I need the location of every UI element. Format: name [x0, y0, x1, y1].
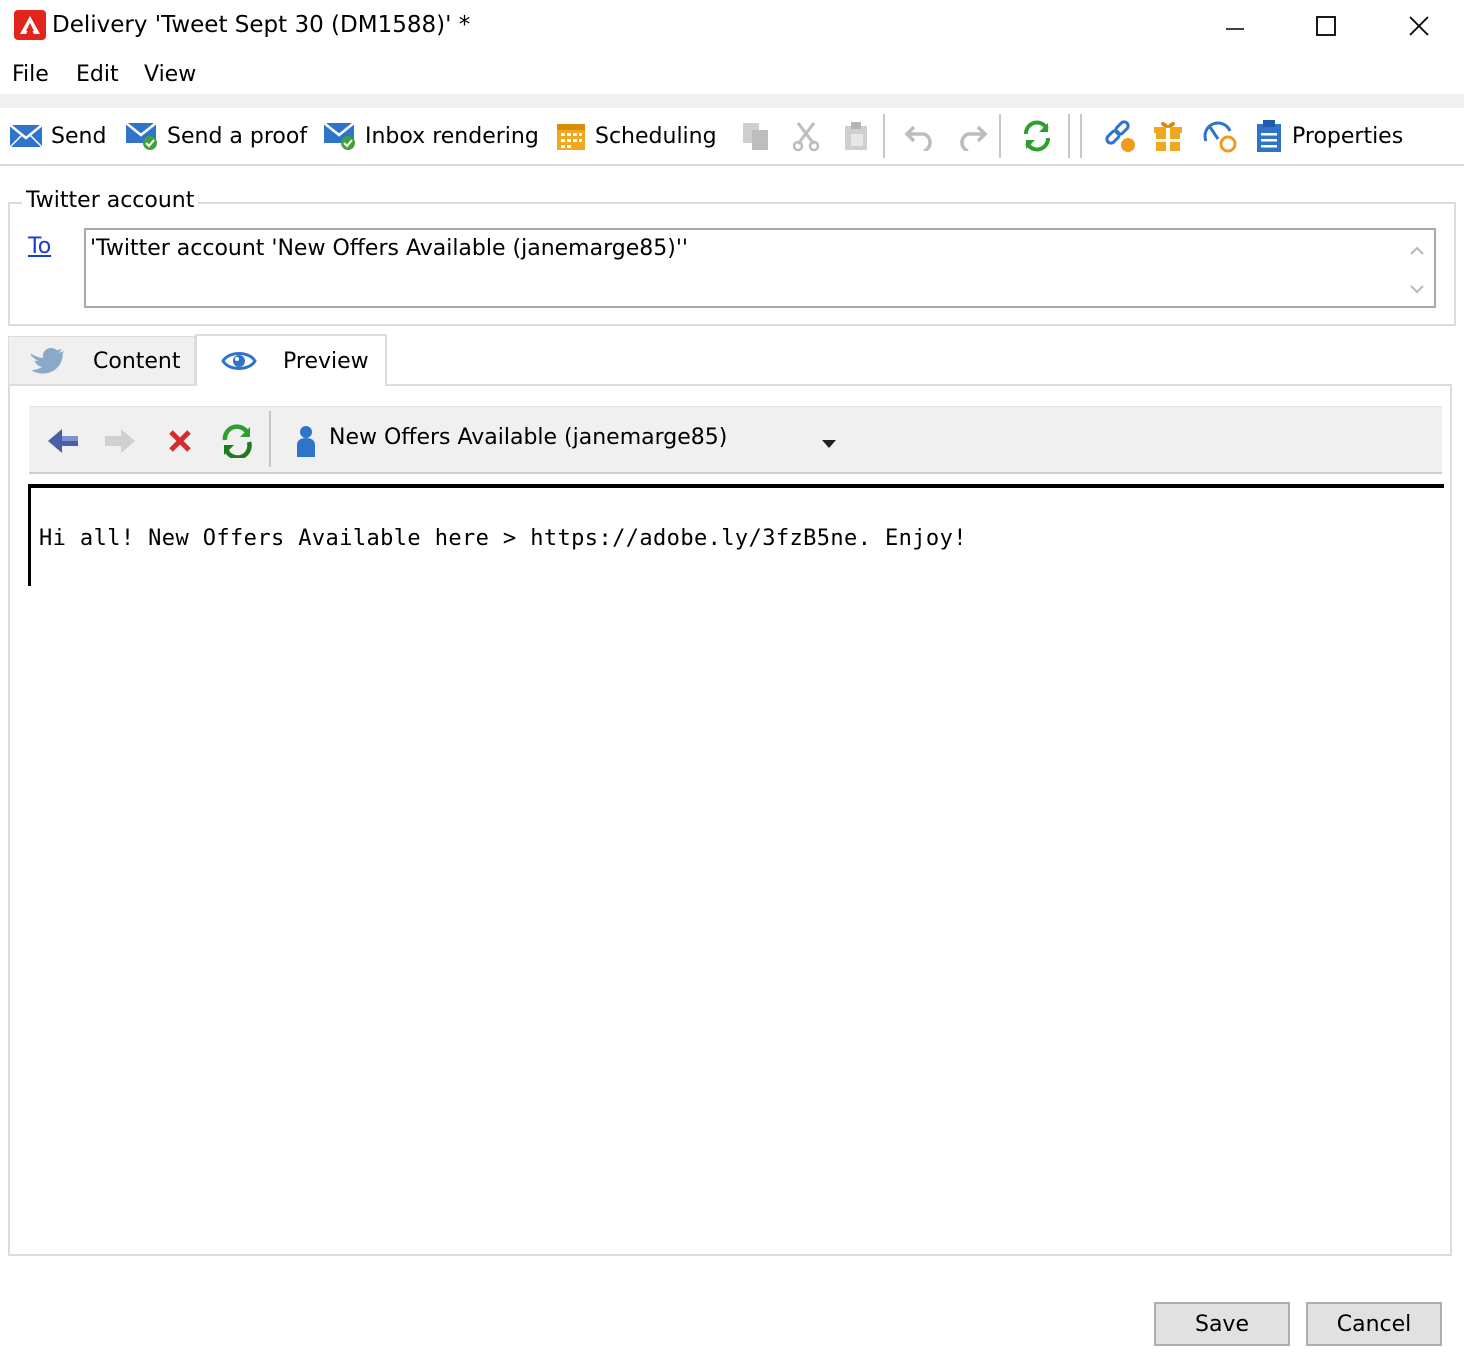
properties-button[interactable]: Properties: [1254, 116, 1403, 156]
gauge-icon: [1203, 121, 1237, 153]
paste-button[interactable]: [840, 116, 872, 156]
toolbar-band: [0, 94, 1464, 108]
previous-arrow-icon[interactable]: [45, 423, 81, 459]
recipient-select-value[interactable]: New Offers Available (janemarge85): [329, 425, 727, 450]
window-title: Delivery 'Tweet Sept 30 (DM1588)' *: [52, 12, 471, 38]
maximize-icon[interactable]: [1303, 6, 1349, 46]
inbox-rendering-label: Inbox rendering: [365, 123, 539, 149]
twitter-bird-icon: [31, 347, 64, 373]
scissors-icon: [792, 122, 820, 152]
to-value: 'Twitter account 'New Offers Available (…: [90, 236, 688, 261]
toolbar-separator: [1080, 114, 1082, 158]
minimize-icon[interactable]: [1212, 6, 1258, 46]
properties-label: Properties: [1292, 123, 1404, 149]
paste-icon: [845, 122, 867, 150]
to-field-scrollbar[interactable]: [1402, 232, 1432, 304]
menu-bar: File Edit View: [0, 58, 1464, 94]
eye-icon: [221, 352, 257, 370]
tab-content[interactable]: Content: [8, 336, 195, 386]
copy-button[interactable]: [740, 116, 772, 156]
to-field[interactable]: 'Twitter account 'New Offers Available (…: [84, 228, 1436, 308]
message-preview-text: Hi all! New Offers Available here > http…: [39, 526, 967, 551]
envelope-icon: [9, 124, 43, 148]
redo-icon: [960, 125, 988, 151]
message-preview-area: Hi all! New Offers Available here > http…: [28, 484, 1444, 586]
adobe-app-icon: [14, 10, 46, 40]
analyze-button[interactable]: [1202, 116, 1238, 156]
inbox-rendering-button[interactable]: Inbox rendering: [323, 116, 539, 156]
offer-button[interactable]: [1152, 116, 1184, 156]
cancel-button[interactable]: Cancel: [1306, 1302, 1442, 1346]
save-button[interactable]: Save: [1154, 1302, 1290, 1346]
tab-content-label: Content: [93, 349, 181, 374]
twitter-account-legend: Twitter account: [22, 188, 199, 213]
link-button[interactable]: [1102, 116, 1138, 156]
scheduling-button[interactable]: Scheduling: [555, 116, 717, 156]
chevron-down-icon[interactable]: [821, 431, 837, 456]
refresh-icon: [1024, 120, 1050, 152]
main-toolbar: Send Send a proof Inbox rendering Schedu…: [0, 108, 1464, 166]
tab-preview-label: Preview: [283, 348, 369, 374]
copy-icon: [743, 123, 768, 150]
preview-toolbar: New Offers Available (janemarge85): [29, 406, 1442, 474]
close-icon[interactable]: [1396, 6, 1442, 46]
refresh-icon[interactable]: [219, 423, 255, 459]
title-bar: Delivery 'Tweet Sept 30 (DM1588)' *: [0, 0, 1464, 54]
clipboard-icon: [1257, 120, 1281, 152]
cut-button[interactable]: [790, 116, 822, 156]
envelope-check-icon: [323, 122, 355, 150]
send-label: Send: [51, 123, 107, 149]
preview-toolbar-separator: [269, 411, 271, 467]
menu-edit[interactable]: Edit: [76, 62, 119, 87]
send-proof-button[interactable]: Send a proof: [125, 116, 307, 156]
undo-icon: [904, 125, 932, 151]
gift-icon: [1154, 121, 1182, 151]
toolbar-separator: [1068, 114, 1070, 158]
envelope-check-icon: [125, 122, 157, 150]
send-button[interactable]: Send: [9, 116, 106, 156]
next-arrow-icon[interactable]: [102, 423, 138, 459]
link-icon: [1105, 120, 1135, 152]
tab-preview[interactable]: Preview: [195, 334, 387, 386]
person-icon: [297, 426, 315, 457]
menu-view[interactable]: View: [144, 62, 196, 87]
refresh-button[interactable]: [1020, 116, 1054, 156]
menu-file[interactable]: File: [12, 62, 49, 87]
delete-icon[interactable]: [162, 423, 198, 459]
to-link[interactable]: To: [28, 234, 51, 259]
toolbar-separator: [883, 114, 885, 158]
undo-button[interactable]: [904, 116, 938, 156]
toolbar-separator: [999, 114, 1001, 158]
scheduling-label: Scheduling: [595, 123, 717, 149]
calendar-icon: [557, 124, 585, 150]
send-proof-label: Send a proof: [167, 123, 308, 149]
redo-button[interactable]: [954, 116, 988, 156]
